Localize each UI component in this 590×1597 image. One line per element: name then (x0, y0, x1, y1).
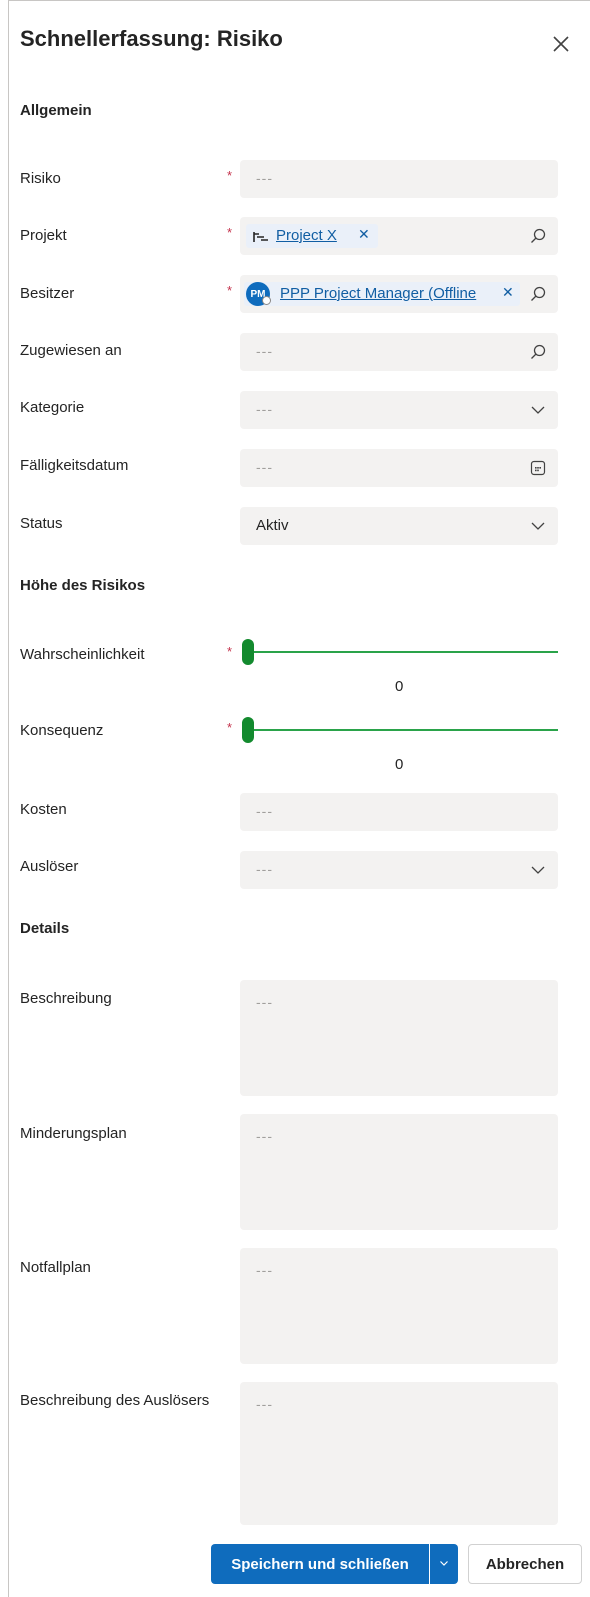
placeholder: --- (256, 343, 273, 359)
probability-slider-thumb[interactable] (242, 639, 254, 665)
status-select[interactable]: Aktiv (240, 507, 558, 545)
placeholder: --- (256, 861, 273, 877)
owner-label: Besitzer (20, 285, 75, 302)
trigger-description-label: Beschreibung des Auslösers (20, 1392, 210, 1409)
required-marker: * (227, 168, 233, 183)
description-textarea[interactable]: --- (240, 980, 558, 1096)
mitigation-plan-textarea[interactable]: --- (240, 1114, 558, 1230)
save-options-button[interactable] (430, 1544, 458, 1584)
project-icon (253, 230, 269, 248)
status-label: Status (20, 515, 63, 532)
save-and-close-button[interactable]: Speichern und schließen (211, 1544, 429, 1584)
cost-label: Kosten (20, 801, 67, 818)
project-label: Projekt (20, 227, 67, 244)
section-general: Allgemein (20, 102, 92, 119)
probability-slider-track[interactable] (248, 651, 558, 653)
remove-owner-icon[interactable]: ✕ (502, 284, 514, 301)
owner-link[interactable]: PPP Project Manager (Offline (280, 285, 476, 302)
placeholder: --- (256, 170, 273, 186)
project-lookup[interactable]: Project X ✕ (240, 217, 558, 255)
assigned-to-label: Zugewiesen an (20, 342, 122, 359)
cancel-button[interactable]: Abbrechen (468, 1544, 582, 1584)
owner-link-clip: PPP Project Manager (Offline (280, 282, 498, 306)
section-risk-level: Höhe des Risikos (20, 577, 146, 594)
category-select[interactable]: --- (240, 391, 558, 429)
close-icon[interactable] (550, 33, 572, 55)
due-date-label: Fälligkeitsdatum (20, 457, 129, 474)
consequence-label: Konsequenz (20, 722, 104, 739)
placeholder: --- (256, 401, 273, 417)
probability-value: 0 (395, 678, 404, 695)
search-icon[interactable] (530, 344, 546, 360)
owner-tag: PM PPP Project Manager (Offline ✕ (244, 282, 520, 306)
contingency-plan-label: Notfallplan (20, 1259, 91, 1276)
probability-label: Wahrscheinlichkeit (20, 646, 145, 663)
risk-label: Risiko (20, 170, 61, 187)
consequence-slider-track[interactable] (248, 729, 558, 731)
status-value: Aktiv (256, 517, 289, 534)
remove-project-icon[interactable]: ✕ (358, 226, 370, 243)
placeholder: --- (256, 1396, 273, 1412)
chevron-down-icon[interactable] (530, 862, 546, 878)
consequence-slider-thumb[interactable] (242, 717, 254, 743)
chevron-down-icon (439, 1555, 449, 1573)
description-label: Beschreibung (20, 990, 112, 1007)
placeholder: --- (256, 1128, 273, 1144)
calendar-icon[interactable] (530, 460, 546, 476)
project-tag: Project X ✕ (246, 224, 378, 248)
required-marker: * (227, 720, 233, 735)
trigger-label: Auslöser (20, 858, 79, 875)
required-marker: * (227, 644, 233, 659)
required-marker: * (227, 283, 233, 298)
search-icon[interactable] (530, 228, 546, 244)
project-link[interactable]: Project X (276, 227, 337, 244)
placeholder: --- (256, 994, 273, 1010)
required-marker: * (227, 225, 233, 240)
risk-input[interactable]: --- (240, 160, 558, 198)
due-date-input[interactable]: --- (240, 449, 558, 487)
offline-status-icon (262, 296, 271, 305)
search-icon[interactable] (530, 286, 546, 302)
placeholder: --- (256, 459, 273, 475)
owner-lookup[interactable]: PM PPP Project Manager (Offline ✕ (240, 275, 558, 313)
trigger-description-textarea[interactable]: --- (240, 1382, 558, 1525)
trigger-select[interactable]: --- (240, 851, 558, 889)
contingency-plan-textarea[interactable]: --- (240, 1248, 558, 1364)
placeholder: --- (256, 1262, 273, 1278)
assigned-to-lookup[interactable]: --- (240, 333, 558, 371)
chevron-down-icon[interactable] (530, 518, 546, 534)
mitigation-plan-label: Minderungsplan (20, 1125, 127, 1142)
dialog-title: Schnellerfassung: Risiko (20, 26, 283, 51)
chevron-down-icon[interactable] (530, 402, 546, 418)
placeholder: --- (256, 803, 273, 819)
cost-input[interactable]: --- (240, 793, 558, 831)
consequence-value: 0 (395, 756, 404, 773)
section-details: Details (20, 920, 70, 937)
category-label: Kategorie (20, 399, 85, 416)
